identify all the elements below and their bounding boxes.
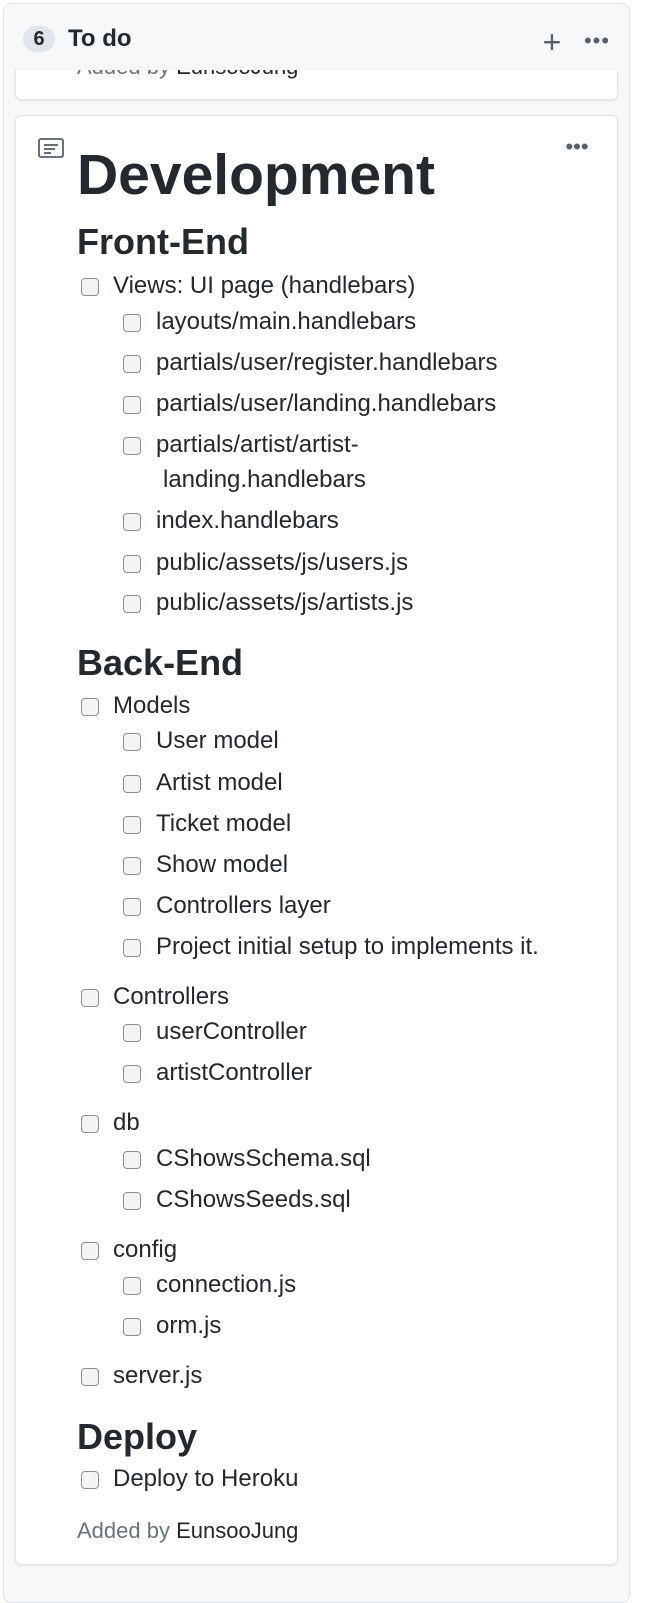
note-icon bbox=[38, 138, 64, 163]
subtask-item: partials/user/register.handlebars bbox=[156, 349, 498, 376]
task-checkbox[interactable] bbox=[123, 775, 141, 793]
subtask-item: Project initial setup to implements it. bbox=[156, 933, 539, 960]
task-checkbox[interactable] bbox=[81, 1242, 99, 1260]
task-checkbox[interactable] bbox=[123, 355, 141, 373]
note-heading: Development bbox=[77, 143, 435, 207]
task-checkbox[interactable] bbox=[81, 989, 99, 1007]
task-checkbox[interactable] bbox=[123, 396, 141, 414]
subtask-item: public/assets/js/artists.js bbox=[156, 589, 414, 616]
task-controllers: Controllers bbox=[113, 983, 230, 1010]
task-checkbox[interactable] bbox=[81, 698, 99, 716]
subtask-item: index.handlebars bbox=[156, 507, 339, 534]
task-checkbox[interactable] bbox=[123, 1151, 141, 1169]
task-checkbox[interactable] bbox=[123, 314, 141, 332]
subtask-item: public/assets/js/users.js bbox=[156, 549, 409, 576]
task-checkbox[interactable] bbox=[123, 1065, 141, 1083]
author-link[interactable]: EunsooJung bbox=[176, 70, 298, 79]
card-menu-icon[interactable]: ••• bbox=[562, 132, 592, 162]
added-by-label: Added by bbox=[77, 70, 170, 79]
card-count-badge: 6 bbox=[23, 26, 55, 52]
subtask-item: orm.js bbox=[156, 1312, 222, 1339]
card-footer: Added by EunsooJung bbox=[77, 1517, 298, 1545]
task-checkbox[interactable] bbox=[81, 278, 99, 296]
task-models: Models bbox=[113, 692, 191, 719]
task-views: Views: UI page (handlebars) bbox=[113, 272, 416, 299]
subtask-item: connection.js bbox=[156, 1271, 297, 1298]
plus-icon[interactable]: + bbox=[537, 26, 567, 58]
subtask-item: CShowsSeeds.sql bbox=[156, 1186, 351, 1213]
subtask-item: Artist model bbox=[156, 769, 283, 796]
subtask-item: artistController bbox=[156, 1059, 313, 1086]
previous-card[interactable]: Added by EunsooJung bbox=[15, 70, 618, 100]
subtask-item: CShowsSchema.sql bbox=[156, 1145, 371, 1172]
subtask-item: Controllers layer bbox=[156, 892, 331, 919]
added-by-label: Added by bbox=[77, 1518, 170, 1543]
project-column: 6 To do + ••• Added by EunsooJung ••• De… bbox=[3, 3, 630, 1603]
section-deploy-title: Deploy bbox=[77, 1416, 198, 1457]
section-backend-title: Back-End bbox=[77, 642, 244, 683]
task-checkbox[interactable] bbox=[123, 1024, 141, 1042]
task-checkbox[interactable] bbox=[123, 513, 141, 531]
column-menu-icon[interactable]: ••• bbox=[582, 26, 612, 56]
previous-card-footer: Added by EunsooJung bbox=[77, 70, 298, 80]
task-checkbox[interactable] bbox=[123, 1318, 141, 1336]
note-card[interactable]: ••• Development Front-End Views: UI page… bbox=[15, 115, 618, 1565]
task-db: db bbox=[113, 1109, 140, 1136]
task-checkbox[interactable] bbox=[81, 1368, 99, 1386]
subtask-item: partials/artist/artist- bbox=[156, 431, 359, 458]
task-checkbox[interactable] bbox=[123, 437, 141, 455]
task-deploy: Deploy to Heroku bbox=[113, 1465, 299, 1492]
column-title: To do bbox=[68, 25, 132, 52]
subtask-item: User model bbox=[156, 727, 279, 754]
task-checkbox[interactable] bbox=[123, 857, 141, 875]
task-checkbox[interactable] bbox=[123, 1277, 141, 1295]
task-checkbox[interactable] bbox=[123, 595, 141, 613]
task-config: config bbox=[113, 1236, 178, 1263]
task-checkbox[interactable] bbox=[123, 816, 141, 834]
task-checkbox[interactable] bbox=[123, 939, 141, 957]
task-checkbox[interactable] bbox=[123, 898, 141, 916]
subtask-item: partials/user/landing.handlebars bbox=[156, 390, 497, 417]
author-link[interactable]: EunsooJung bbox=[176, 1518, 298, 1543]
task-checkbox[interactable] bbox=[81, 1115, 99, 1133]
task-server: server.js bbox=[113, 1362, 203, 1389]
subtask-item: userController bbox=[156, 1018, 307, 1045]
column-header: 6 To do + ••• bbox=[4, 4, 629, 70]
subtask-item: Show model bbox=[156, 851, 289, 878]
task-checkbox[interactable] bbox=[81, 1471, 99, 1489]
subtask-item-continued: landing.handlebars bbox=[163, 466, 366, 493]
section-frontend-title: Front-End bbox=[77, 221, 249, 262]
subtask-item: layouts/main.handlebars bbox=[156, 308, 417, 335]
task-checkbox[interactable] bbox=[123, 555, 141, 573]
subtask-item: Ticket model bbox=[156, 810, 292, 837]
task-checkbox[interactable] bbox=[123, 1192, 141, 1210]
task-checkbox[interactable] bbox=[123, 733, 141, 751]
